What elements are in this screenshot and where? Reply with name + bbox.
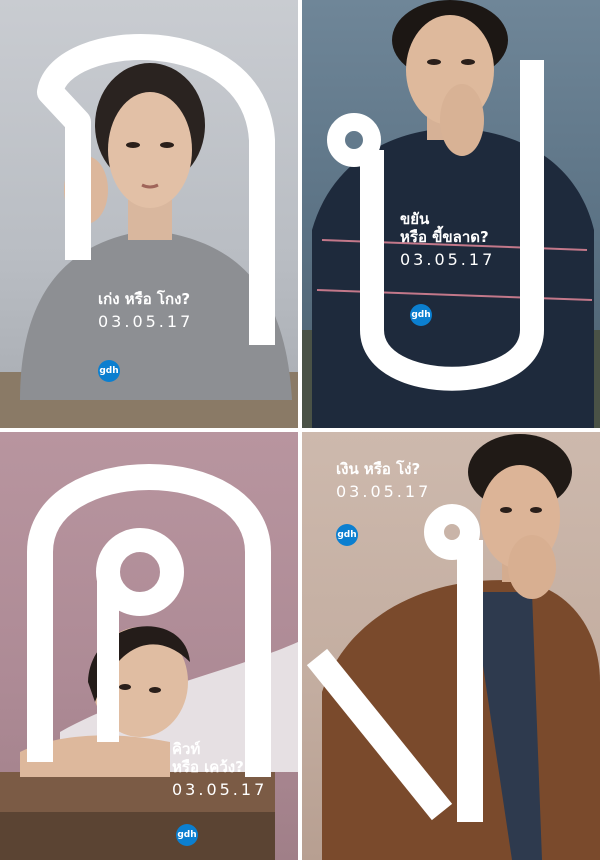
gdh-logo-icon: gdh bbox=[176, 824, 198, 846]
poster-1-logo: gdh bbox=[98, 360, 120, 382]
poster-3: คิวท์ หรือ เคว้ง? 03.05.17 gdh bbox=[0, 432, 298, 860]
poster-1-tagline: เก่ง หรือ โกง? bbox=[98, 290, 191, 308]
poster-1-artwork bbox=[0, 34, 298, 428]
poster-3-date: 03.05.17 bbox=[172, 780, 268, 799]
poster-4-tagline: เงิน หรือ โง่? bbox=[336, 460, 421, 478]
poster-2-date: 03.05.17 bbox=[400, 250, 496, 269]
poster-4: เงิน หรือ โง่? 03.05.17 gdh bbox=[302, 432, 600, 860]
poster-grid: เก่ง หรือ โกง? 03.05.17 gdh ขยัน หรือ ขี… bbox=[0, 0, 600, 860]
gdh-logo-icon: gdh bbox=[98, 360, 120, 382]
poster-2-logo: gdh bbox=[410, 304, 432, 326]
gdh-logo-icon: gdh bbox=[410, 304, 432, 326]
gdh-logo-icon: gdh bbox=[336, 524, 358, 546]
poster-2-tagline: ขยัน bbox=[400, 210, 430, 228]
poster-3-tagline: คิวท์ bbox=[172, 740, 201, 758]
poster-2: ขยัน หรือ ขี้ขลาด? 03.05.17 gdh bbox=[302, 0, 600, 428]
poster-4-logo: gdh bbox=[336, 524, 358, 546]
poster-1-date: 03.05.17 bbox=[98, 312, 194, 331]
poster-1-caption: เก่ง หรือ โกง? 03.05.17 bbox=[98, 290, 193, 331]
poster-2-caption: ขยัน หรือ ขี้ขลาด? 03.05.17 bbox=[400, 210, 495, 269]
poster-1: เก่ง หรือ โกง? 03.05.17 gdh bbox=[0, 0, 298, 428]
poster-2-tagline-line2: หรือ ขี้ขลาด? bbox=[400, 228, 489, 246]
poster-3-tagline-line2: หรือ เคว้ง? bbox=[172, 758, 244, 776]
poster-4-date: 03.05.17 bbox=[336, 482, 432, 501]
poster-3-caption: คิวท์ หรือ เคว้ง? 03.05.17 bbox=[172, 740, 267, 799]
poster-4-caption: เงิน หรือ โง่? 03.05.17 bbox=[336, 460, 431, 501]
poster-3-logo: gdh bbox=[176, 824, 198, 846]
